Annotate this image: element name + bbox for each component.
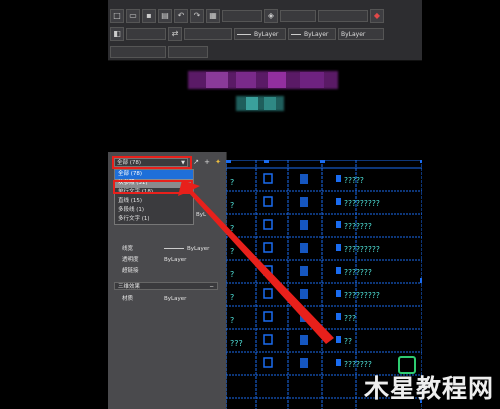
red-arrow-annotation xyxy=(178,180,334,344)
cad-screen: □ ▭ ▪ ▤ ↶ ↷ ▦ ◈ ◆ ◧ ⇄ ByLayer ByLayer By… xyxy=(108,0,422,409)
watermark-text: 木星教程网 xyxy=(363,374,494,403)
